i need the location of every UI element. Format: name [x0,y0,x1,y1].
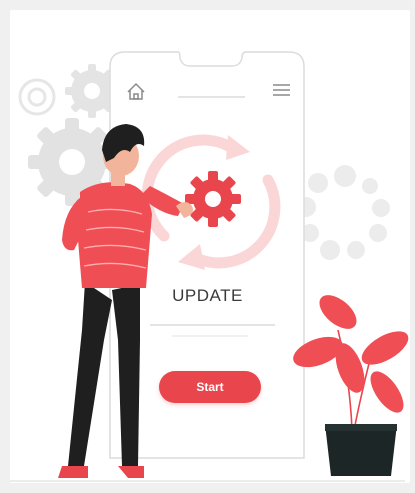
plant-icon [293,295,409,476]
update-label: UPDATE [172,286,243,305]
loading-dots-icon [296,165,390,260]
start-button[interactable]: Start [159,371,261,403]
update-illustration [10,51,409,482]
outline-gear-icon [18,78,56,116]
red-gear-icon [185,171,241,227]
